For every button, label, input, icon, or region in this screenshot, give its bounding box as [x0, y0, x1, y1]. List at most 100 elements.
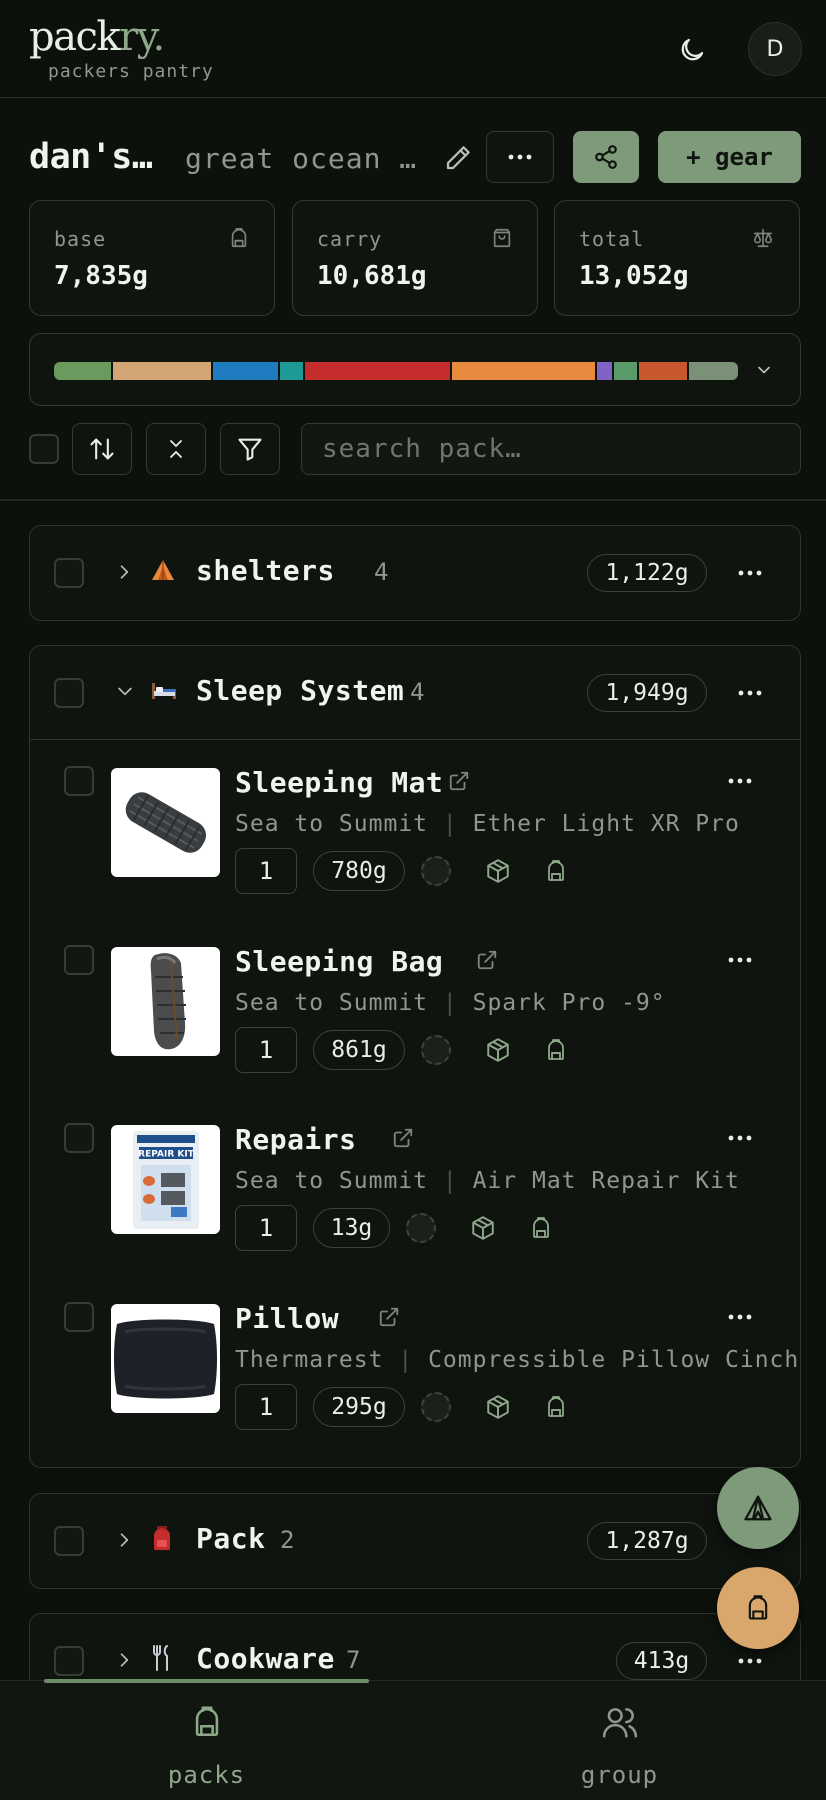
share-icon [595, 145, 617, 169]
more-icon [738, 690, 762, 696]
external-link-icon[interactable] [378, 1306, 400, 1328]
category-checkbox[interactable] [54, 1526, 84, 1556]
item-thumbnail[interactable]: REPAIR KIT [111, 1125, 220, 1234]
color-dot[interactable] [421, 1392, 451, 1422]
item-model: Compressible Pillow Cinch [428, 1347, 800, 1373]
collapse-icon [170, 440, 182, 458]
more-icon [738, 570, 762, 576]
chevron-down-icon[interactable] [112, 681, 138, 701]
category-count: 7 [346, 1646, 361, 1674]
category-checkbox[interactable] [54, 1646, 84, 1676]
external-link-icon[interactable] [392, 1127, 414, 1149]
category-name: Cookware [196, 1642, 335, 1675]
color-dot[interactable] [406, 1213, 436, 1243]
weight-pill[interactable]: 13g [313, 1208, 390, 1248]
item-model: Spark Pro -9° [472, 990, 666, 1016]
select-all-checkbox[interactable] [29, 434, 59, 464]
backpack-emoji-icon [154, 1526, 170, 1550]
quantity-field[interactable]: 1 [235, 1205, 297, 1251]
filter-button[interactable] [220, 423, 280, 475]
chevron-right-icon[interactable] [114, 559, 134, 585]
fork-knife-icon [153, 1645, 168, 1671]
pack-more-button[interactable] [486, 131, 554, 183]
worn-toggle[interactable] [526, 1213, 556, 1243]
external-link-icon[interactable] [476, 949, 498, 971]
consumable-toggle[interactable] [483, 1035, 513, 1065]
category-more-button[interactable] [730, 1646, 770, 1676]
chevron-right-icon[interactable] [114, 1527, 134, 1553]
sort-button[interactable] [72, 423, 132, 475]
category-weight-bar[interactable] [29, 333, 801, 406]
package-icon [487, 859, 509, 883]
color-dot[interactable] [421, 856, 451, 886]
item-thumbnail[interactable] [111, 947, 220, 1056]
search-input[interactable] [301, 423, 801, 475]
share-button[interactable] [573, 131, 639, 183]
color-dot[interactable] [421, 1035, 451, 1065]
item-checkbox[interactable] [64, 945, 94, 975]
more-icon [728, 778, 752, 784]
worn-toggle[interactable] [541, 856, 571, 886]
category-weight: 413g [616, 1642, 707, 1680]
theme-toggle-button[interactable] [670, 28, 714, 72]
svg-text:REPAIR KIT: REPAIR KIT [138, 1150, 195, 1160]
category-more-button[interactable] [730, 678, 770, 708]
item-name: Sleeping Bag [235, 945, 444, 978]
more-icon [728, 1135, 752, 1141]
item-checkbox[interactable] [64, 1302, 94, 1332]
item-thumbnail[interactable] [111, 768, 220, 877]
category-header[interactable]: shelters 4 1,122g [30, 526, 800, 620]
logo[interactable]: packry. [29, 14, 165, 60]
stat-label: base [54, 227, 107, 251]
quantity-field[interactable]: 1 [235, 848, 297, 894]
chevron-right-icon[interactable] [114, 1647, 134, 1673]
item-more-button[interactable] [720, 1123, 760, 1153]
add-pack-fab[interactable] [717, 1567, 799, 1649]
edit-pack-button[interactable] [440, 140, 476, 176]
item-more-button[interactable] [720, 766, 760, 796]
stat-label: total [579, 227, 645, 251]
worn-toggle[interactable] [541, 1035, 571, 1065]
category-shelters: shelters 4 1,122g [29, 525, 801, 621]
list-item: Sleeping Bag Sea to Summit | Spark Pro -… [30, 945, 800, 1095]
stat-value: 13,052g [579, 261, 689, 291]
nav-tab-group[interactable]: group [413, 1681, 826, 1800]
category-bar-segment [213, 362, 281, 380]
item-checkbox[interactable] [64, 1123, 94, 1153]
category-header[interactable]: Pack 2 1,287g [30, 1494, 800, 1588]
category-bar-segment [54, 362, 113, 380]
users-icon [602, 1708, 637, 1738]
weight-pill[interactable]: 295g [313, 1387, 405, 1427]
add-shelter-fab[interactable] [717, 1467, 799, 1549]
weight-pill[interactable]: 861g [313, 1030, 405, 1070]
scale-icon [753, 228, 773, 248]
category-header[interactable]: Sleep System 4 1,949g [30, 646, 800, 740]
item-checkbox[interactable] [64, 766, 94, 796]
category-checkbox[interactable] [54, 678, 84, 708]
backpack-icon [548, 1396, 564, 1417]
category-checkbox[interactable] [54, 558, 84, 588]
package-icon [487, 1038, 509, 1062]
collapse-all-button[interactable] [146, 423, 206, 475]
item-more-button[interactable] [720, 1302, 760, 1332]
worn-toggle[interactable] [541, 1392, 571, 1422]
item-more-button[interactable] [720, 945, 760, 975]
quantity-field[interactable]: 1 [235, 1384, 297, 1430]
category-name: Pack [196, 1522, 266, 1555]
consumable-toggle[interactable] [483, 1392, 513, 1422]
logo-text: pack [29, 14, 121, 60]
add-gear-button[interactable]: + gear [658, 131, 801, 183]
nav-tab-packs[interactable]: packs [0, 1681, 413, 1800]
category-more-button[interactable] [730, 558, 770, 588]
nav-label: packs [167, 1761, 246, 1789]
external-link-icon[interactable] [448, 770, 470, 792]
stat-value: 10,681g [317, 261, 427, 291]
avatar[interactable]: D [748, 22, 802, 76]
item-thumbnail[interactable] [111, 1304, 220, 1413]
consumable-toggle[interactable] [483, 856, 513, 886]
quantity-field[interactable]: 1 [235, 1027, 297, 1073]
weight-pill[interactable]: 780g [313, 851, 405, 891]
consumable-toggle[interactable] [468, 1213, 498, 1243]
bag-icon [493, 228, 511, 248]
pillow-image [114, 1319, 217, 1399]
